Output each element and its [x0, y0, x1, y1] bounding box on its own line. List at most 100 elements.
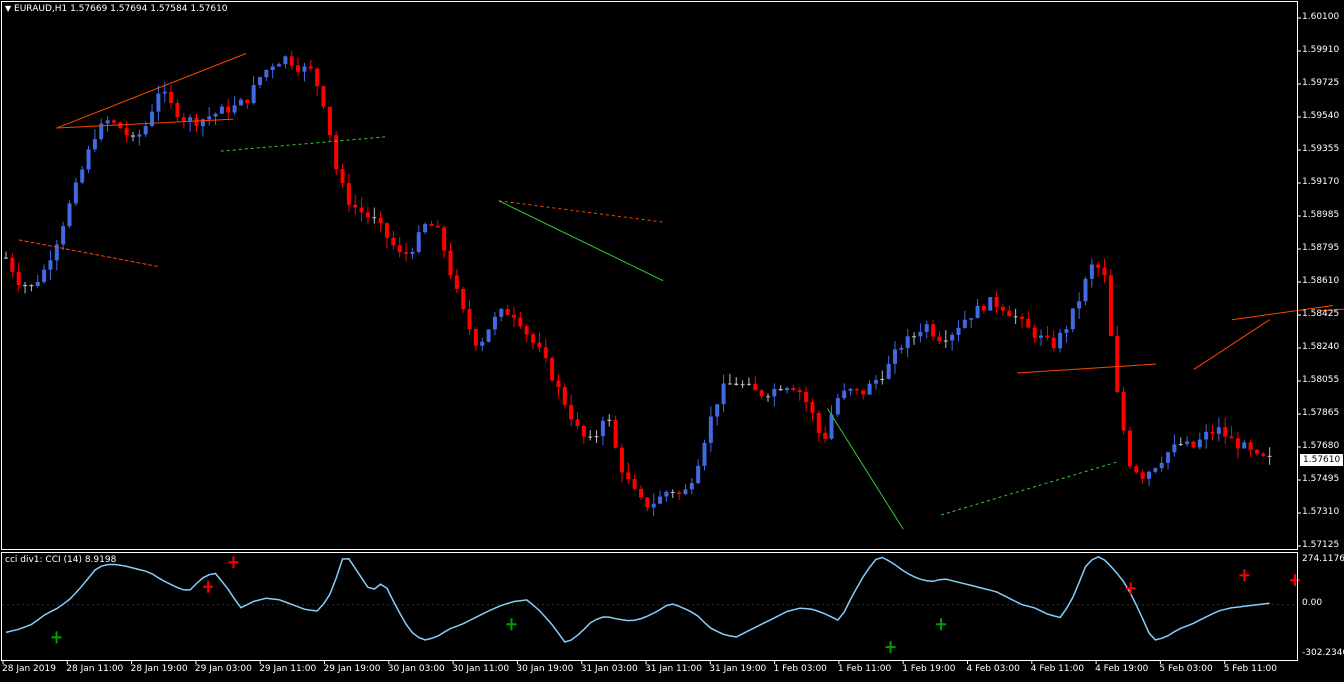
candle-body	[111, 120, 116, 123]
candle-body	[270, 66, 275, 70]
candle-body	[156, 93, 161, 112]
candle-body	[1045, 335, 1050, 338]
candle-body	[683, 489, 688, 495]
sell-arrow-icon	[1125, 582, 1136, 595]
candle-body	[308, 66, 313, 69]
candle-body	[969, 318, 974, 320]
candle-body	[296, 65, 301, 72]
divergence-line	[498, 200, 664, 223]
candle-body	[1178, 444, 1183, 446]
indicator-header: cci div1: CCI (14) 8.9198	[5, 555, 117, 565]
candle-body	[956, 327, 961, 335]
candle-body	[315, 68, 320, 87]
candle-body	[372, 217, 377, 219]
candle-body	[486, 329, 491, 342]
candle-body	[1108, 275, 1113, 336]
candle-body	[1267, 455, 1272, 457]
candle-body	[365, 212, 370, 218]
candle-body	[766, 396, 770, 398]
chart-canvas[interactable]	[0, 0, 1344, 682]
price-tick-label: 1.57495	[1302, 474, 1340, 484]
candle-body	[1166, 452, 1171, 463]
time-tick-label: 31 Jan 03:00	[580, 664, 638, 674]
cci-tick-label: 274.1176	[1302, 554, 1344, 564]
buy-arrow-icon	[936, 618, 947, 631]
candle-body	[740, 384, 745, 386]
candle-body	[937, 336, 942, 342]
candle-body	[283, 56, 288, 65]
divergence-line	[1016, 363, 1156, 374]
time-tick-label: 30 Jan 19:00	[516, 664, 574, 674]
cci-tick-label: 0.00	[1302, 598, 1323, 608]
candle-body	[867, 383, 872, 395]
price-tick-label: 1.57310	[1302, 507, 1340, 517]
candle-body	[613, 419, 618, 448]
candle-body	[302, 66, 307, 72]
time-tick-label: 28 Jan 11:00	[66, 664, 124, 674]
time-tick-label: 28 Jan 19:00	[130, 664, 188, 674]
candle-body	[981, 305, 986, 311]
candle-body	[67, 203, 72, 227]
candle-body	[791, 388, 796, 391]
candle-body	[810, 402, 815, 414]
candle-body	[48, 260, 53, 270]
candle-body	[1083, 278, 1088, 302]
candle-body	[1077, 301, 1082, 309]
candle-body	[162, 91, 167, 94]
candle-body	[442, 227, 447, 251]
candle-body	[404, 252, 409, 254]
price-tick-label: 1.58610	[1302, 276, 1340, 286]
candle-body	[105, 120, 110, 124]
price-tick-label: 1.59170	[1302, 177, 1340, 187]
sell-arrow-icon	[1289, 574, 1300, 587]
candle-body	[435, 225, 440, 228]
candle-body	[213, 113, 218, 117]
current-price-tag: 1.57610	[1300, 454, 1344, 466]
candle-body	[238, 99, 243, 106]
candle-body	[1147, 471, 1151, 479]
price-tick-label: 1.59910	[1302, 45, 1340, 55]
candle-body	[1159, 462, 1164, 469]
candle-body	[664, 491, 669, 497]
candle-body	[772, 388, 777, 397]
time-tick-label: 1 Feb 03:00	[773, 664, 827, 674]
candle-body	[746, 383, 751, 385]
price-tick-label: 1.59725	[1302, 78, 1340, 88]
candle-body	[124, 128, 129, 136]
candle-body	[899, 347, 904, 350]
time-tick-label: 4 Feb 19:00	[1095, 664, 1149, 674]
candle-body	[169, 91, 174, 103]
candle-body	[1064, 329, 1069, 333]
candle-body	[816, 413, 821, 433]
candle-body	[321, 86, 326, 107]
dropdown-arrow-icon[interactable]: ▼	[5, 4, 11, 13]
candle-body	[1058, 332, 1063, 349]
time-tick-label: 29 Jan 11:00	[259, 664, 317, 674]
price-tick-label: 1.57680	[1302, 441, 1340, 451]
candle-body	[143, 125, 148, 135]
candle-body	[264, 69, 269, 78]
candle-body	[378, 217, 383, 224]
candle-body	[962, 319, 967, 328]
price-pane-border	[1, 1, 1298, 550]
cci-line	[5, 555, 1270, 643]
candle-body	[1248, 442, 1253, 450]
candle-body	[131, 135, 135, 137]
candle-body	[512, 314, 516, 318]
candle-body	[550, 358, 555, 381]
candle-body	[353, 204, 358, 208]
time-tick-label: 29 Jan 03:00	[194, 664, 252, 674]
price-tick-label: 1.58795	[1302, 243, 1340, 253]
time-tick-label: 30 Jan 11:00	[452, 664, 510, 674]
candle-body	[29, 285, 34, 287]
candle-body	[804, 392, 809, 403]
candle-body	[607, 419, 612, 421]
candle-body	[1000, 307, 1005, 311]
price-tick-label: 1.58240	[1302, 342, 1340, 352]
candle-body	[734, 383, 739, 385]
time-tick-label: 28 Jan 2019	[2, 664, 56, 674]
candle-body	[588, 436, 593, 438]
candle-body	[543, 347, 548, 359]
candle-body	[232, 105, 237, 113]
sell-arrow-icon	[203, 580, 214, 593]
